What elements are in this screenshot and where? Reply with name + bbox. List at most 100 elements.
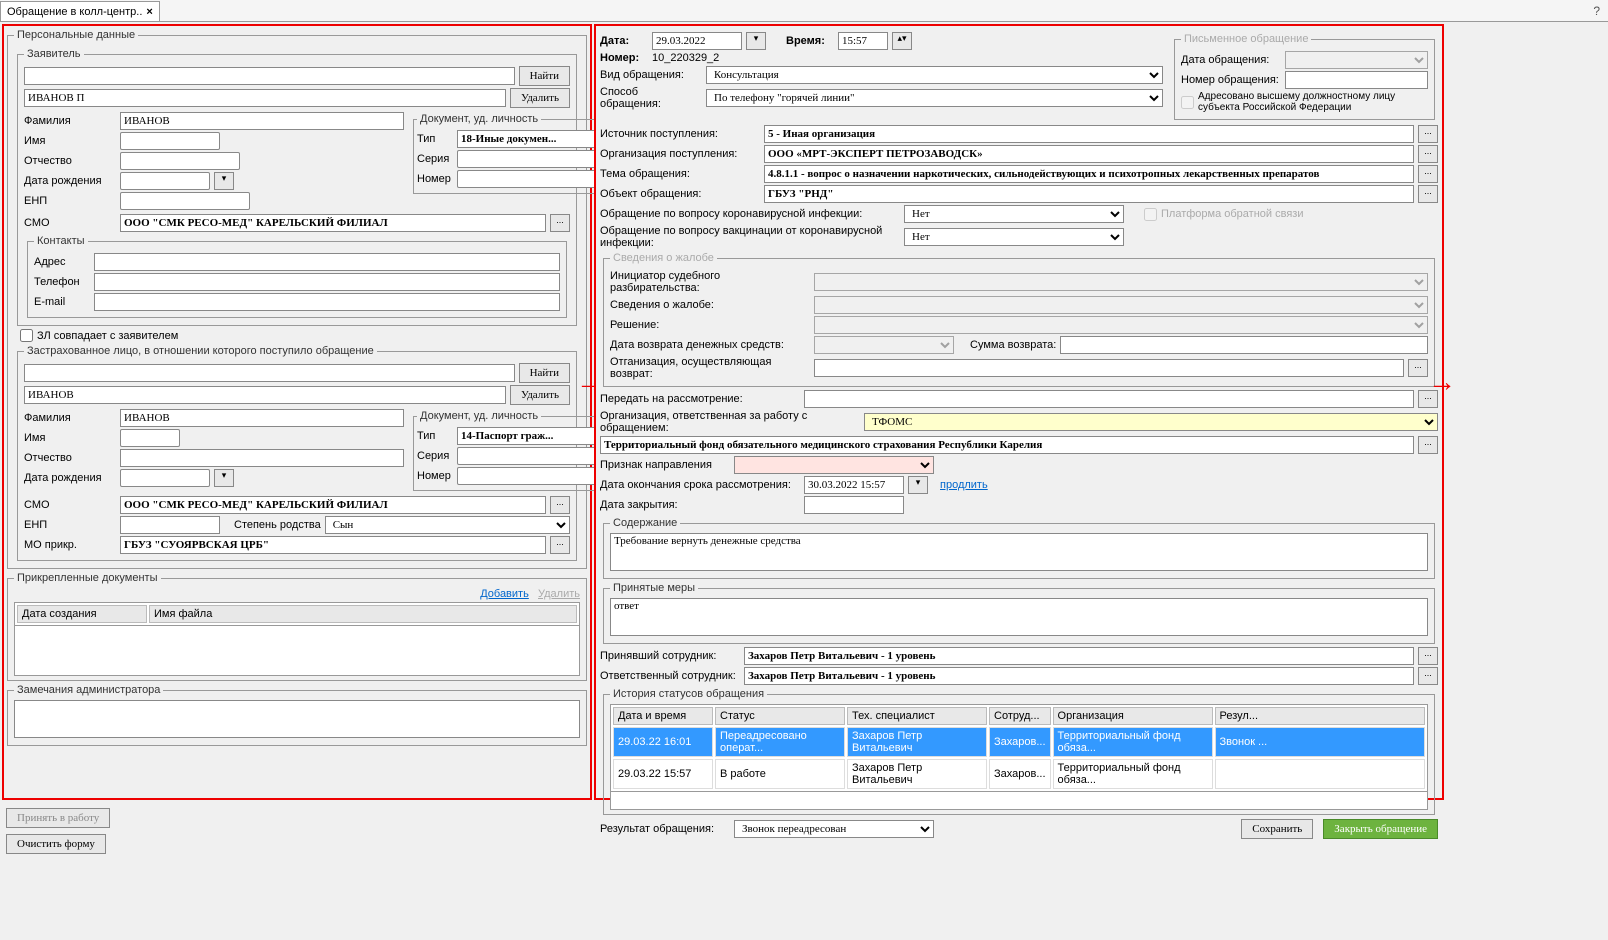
i-smo-input[interactable] bbox=[120, 496, 546, 514]
covid-select[interactable]: Нет bbox=[904, 205, 1124, 223]
history-table[interactable]: Дата и время Статус Тех. специалист Сотр… bbox=[610, 704, 1428, 792]
left-panel: Персональные данные Заявитель Найти Удал… bbox=[2, 24, 592, 800]
zl-match-checkbox[interactable] bbox=[20, 329, 33, 342]
save-button[interactable]: Сохранить bbox=[1241, 819, 1313, 839]
delete-button[interactable]: Удалить bbox=[510, 88, 570, 108]
clear-form-button[interactable]: Очистить форму bbox=[6, 834, 106, 854]
zl-match-row: ЗЛ совпадает с заявителем bbox=[20, 329, 574, 342]
relation-select[interactable]: Сын bbox=[325, 516, 570, 534]
i-enp-input[interactable] bbox=[120, 516, 220, 534]
written-date-label: Дата обращения: bbox=[1181, 54, 1281, 66]
insured-search-input[interactable] bbox=[24, 364, 515, 382]
forward-input[interactable] bbox=[804, 390, 1414, 408]
mo-label: МО прикр. bbox=[24, 539, 116, 551]
i-dob-input[interactable] bbox=[120, 469, 210, 487]
calendar-icon[interactable]: ▾ bbox=[214, 172, 234, 190]
find-button[interactable]: Найти bbox=[519, 66, 570, 86]
table-row[interactable]: 29.03.22 15:57В работеЗахаров Петр Витал… bbox=[613, 759, 1425, 789]
doc-series-label: Серия bbox=[417, 153, 453, 165]
object-lookup-button[interactable]: ... bbox=[1418, 185, 1438, 203]
details-label: Сведения о жалобе: bbox=[610, 299, 810, 311]
vacc-label: Обращение по вопросу вакцинации от корон… bbox=[600, 225, 900, 249]
close-icon[interactable]: × bbox=[146, 6, 152, 18]
contacts-legend: Контакты bbox=[34, 235, 88, 247]
date-dropdown-icon[interactable]: ▾ bbox=[746, 32, 766, 50]
result-label: Результат обращения: bbox=[600, 823, 730, 835]
phone-input[interactable] bbox=[94, 273, 560, 291]
close-case-button[interactable]: Закрыть обращение bbox=[1323, 819, 1438, 839]
doc-series-input[interactable] bbox=[457, 150, 607, 168]
received-by-lookup-button[interactable]: ... bbox=[1418, 647, 1438, 665]
name-input[interactable] bbox=[120, 132, 220, 150]
address-input[interactable] bbox=[94, 253, 560, 271]
table-cell: 29.03.22 15:57 bbox=[613, 759, 713, 789]
email-input[interactable] bbox=[94, 293, 560, 311]
insured-result-field bbox=[24, 386, 506, 404]
i-surname-label: Фамилия bbox=[24, 412, 116, 424]
applicant-search-input[interactable] bbox=[24, 67, 515, 85]
direction-select[interactable] bbox=[734, 456, 934, 474]
org-in-label: Организация поступления: bbox=[600, 148, 760, 160]
insured-delete-button[interactable]: Удалить bbox=[510, 385, 570, 405]
table-cell: Территориальный фонд обяза... bbox=[1053, 727, 1213, 757]
mo-input[interactable] bbox=[120, 536, 546, 554]
territory-input[interactable] bbox=[600, 436, 1414, 454]
vacc-select[interactable]: Нет bbox=[904, 228, 1124, 246]
table-row[interactable]: 29.03.22 16:01Переадресовано операт...За… bbox=[613, 727, 1425, 757]
surname-input[interactable] bbox=[120, 112, 404, 130]
i-name-input[interactable] bbox=[120, 429, 180, 447]
topic-lookup-button[interactable]: ... bbox=[1418, 165, 1438, 183]
resp-org-select[interactable]: ТФОМС bbox=[864, 413, 1438, 431]
written-num-label: Номер обращения: bbox=[1181, 74, 1281, 86]
org-in-input[interactable] bbox=[764, 145, 1414, 163]
time-input[interactable] bbox=[838, 32, 888, 50]
smo-input[interactable] bbox=[120, 214, 546, 232]
i-patronymic-input[interactable] bbox=[120, 449, 404, 467]
doc-number-input[interactable] bbox=[457, 170, 607, 188]
topic-input[interactable] bbox=[764, 165, 1414, 183]
mo-lookup-button[interactable]: ... bbox=[550, 536, 570, 554]
source-input[interactable] bbox=[764, 125, 1414, 143]
tab-call-center[interactable]: Обращение в колл-центр.. × bbox=[0, 1, 160, 21]
hist-col-emp: Сотруд... bbox=[989, 707, 1051, 725]
method-select[interactable]: По телефону "горячей линии" bbox=[706, 89, 1163, 107]
close-date-input[interactable] bbox=[804, 496, 904, 514]
patronymic-label: Отчество bbox=[24, 155, 116, 167]
i-smo-lookup-button[interactable]: ... bbox=[550, 496, 570, 514]
dob-input[interactable] bbox=[120, 172, 210, 190]
territory-lookup-button[interactable]: ... bbox=[1418, 436, 1438, 454]
deadline-dropdown-icon[interactable]: ▾ bbox=[908, 476, 928, 494]
history-empty-row bbox=[610, 792, 1428, 810]
admin-notes-textarea[interactable] bbox=[14, 700, 580, 738]
smo-lookup-button[interactable]: ... bbox=[550, 214, 570, 232]
i-doc-type-input[interactable] bbox=[457, 427, 607, 445]
add-link[interactable]: Добавить bbox=[480, 588, 529, 600]
insured-find-button[interactable]: Найти bbox=[519, 363, 570, 383]
measures-textarea[interactable]: ответ bbox=[610, 598, 1428, 636]
doc-type-input[interactable] bbox=[457, 130, 607, 148]
object-input[interactable] bbox=[764, 185, 1414, 203]
i-calendar-icon[interactable]: ▾ bbox=[214, 469, 234, 487]
help-icon[interactable]: ? bbox=[1593, 4, 1600, 18]
admin-notes-legend: Замечания администратора bbox=[14, 684, 163, 696]
deadline-input[interactable] bbox=[804, 476, 904, 494]
enp-input[interactable] bbox=[120, 192, 250, 210]
org-in-lookup-button[interactable]: ... bbox=[1418, 145, 1438, 163]
content-textarea[interactable]: Требование вернуть денежные средства bbox=[610, 533, 1428, 571]
result-select[interactable]: Звонок переадресован bbox=[734, 820, 934, 838]
i-doc-series-input[interactable] bbox=[457, 447, 607, 465]
i-doc-number-input[interactable] bbox=[457, 467, 607, 485]
table-cell: Переадресовано операт... bbox=[715, 727, 845, 757]
date-input[interactable] bbox=[652, 32, 742, 50]
time-stepper-icon[interactable]: ▴▾ bbox=[892, 32, 912, 50]
i-surname-input[interactable] bbox=[120, 409, 404, 427]
responsible-input[interactable] bbox=[744, 667, 1414, 685]
attach-empty-area bbox=[14, 626, 580, 676]
responsible-lookup-button[interactable]: ... bbox=[1418, 667, 1438, 685]
i-doc-legend: Документ, уд. личность bbox=[417, 410, 541, 422]
extend-link[interactable]: продлить bbox=[940, 479, 988, 491]
source-lookup-button[interactable]: ... bbox=[1418, 125, 1438, 143]
refund-org-input bbox=[814, 359, 1404, 377]
kind-select[interactable]: Консультация bbox=[706, 66, 1163, 84]
patronymic-input[interactable] bbox=[120, 152, 240, 170]
